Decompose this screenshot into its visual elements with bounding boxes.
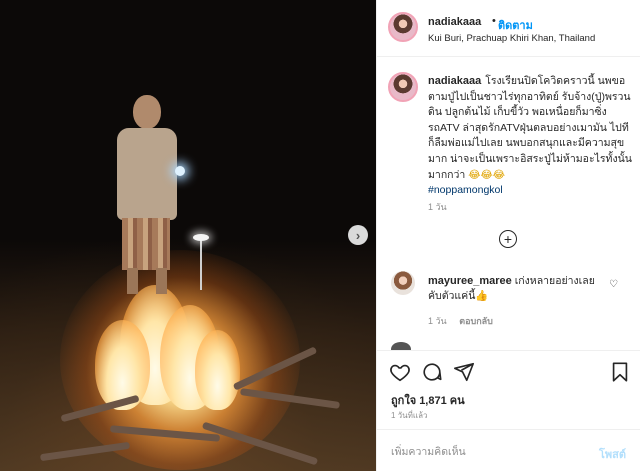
plus-circle-icon: + [503, 231, 513, 247]
commenter-avatar[interactable] [391, 271, 415, 295]
post-comment-button[interactable]: โพสต์ [599, 445, 626, 463]
caption-text: โรงเรียนปิดโควิดคราวนี้ นพขอตามปู่ไปเป็น… [428, 75, 632, 181]
comment-like-heart-icon[interactable]: ♡ [609, 279, 618, 290]
caption-emoji: 😂😂😂 [468, 168, 506, 181]
child-leg [156, 268, 167, 294]
post-caption: nadiakaaa โรงเรียนปิดโควิดคราวนี้ นพขอตาม… [428, 74, 634, 199]
share-icon[interactable] [453, 361, 475, 383]
comment-meta: 1 วัน ตอบกลับ [428, 314, 493, 328]
caption-time: 1 วัน [428, 202, 447, 212]
author-username[interactable]: nadiakaaa [428, 16, 481, 28]
caption-avatar[interactable] [388, 72, 418, 102]
action-bar: ถูกใจ 1,871 คน 1 วันที่แล้ว โพสต์ [377, 350, 640, 471]
post-panel: nadiakaaa • ติดตาม Kui Buri, Prachuap Kh… [376, 0, 640, 471]
like-count[interactable]: ถูกใจ 1,871 คน [391, 391, 465, 409]
comment-time: 1 วัน [428, 316, 447, 326]
follow-button[interactable]: ติดตาม [498, 16, 533, 34]
lamp-post [200, 240, 202, 290]
caption-username[interactable]: nadiakaaa [428, 75, 481, 87]
location-link[interactable]: Kui Buri, Prachuap Khiri Khan, Thailand [428, 33, 595, 44]
comment-composer: โพสต์ [377, 429, 640, 471]
separator-dot: • [492, 15, 496, 27]
heart-icon[interactable] [389, 361, 411, 383]
avatar[interactable] [388, 12, 418, 42]
load-more-comments-button[interactable]: + [499, 230, 517, 248]
post-photo[interactable]: › [0, 0, 376, 471]
next-photo-button[interactable]: › [348, 225, 368, 245]
child-shirt [117, 128, 177, 220]
reply-button[interactable]: ตอบกลับ [459, 316, 493, 326]
child-head [133, 95, 161, 129]
comment-input[interactable] [391, 442, 581, 462]
commenter-username[interactable]: mayuree_maree [428, 275, 512, 287]
child-shorts [122, 218, 170, 270]
flashlight-glow [175, 166, 185, 176]
lamp-light [193, 234, 209, 241]
child-leg [127, 268, 138, 294]
next-comment-avatar [391, 342, 611, 350]
flame [195, 330, 240, 410]
hashtag-link[interactable]: #noppamongkol [428, 183, 634, 199]
post-time[interactable]: 1 วันที่แล้ว [391, 409, 427, 422]
flame [95, 320, 150, 410]
comment-item: mayuree_maree เก่งหลายอย่างเลยคับตัวแค่น… [428, 274, 608, 304]
bookmark-icon[interactable] [609, 361, 631, 383]
post-header: nadiakaaa • ติดตาม Kui Buri, Prachuap Kh… [377, 0, 640, 57]
comment-icon[interactable] [421, 361, 443, 383]
chevron-right-icon: › [355, 227, 361, 243]
